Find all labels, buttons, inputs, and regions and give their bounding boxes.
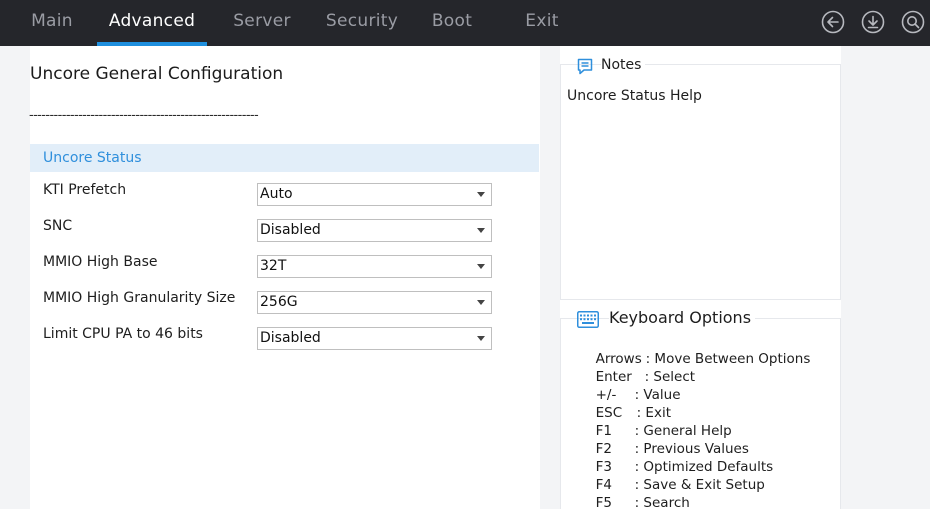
mmio-high-base-value: 32T [260,258,287,274]
mmio-high-base-select[interactable]: 32T [257,255,492,278]
setting-label-limit-cpu-pa: Limit CPU PA to 46 bits [43,326,203,342]
dropdown-caret-icon [477,336,485,341]
kb-option-arrows: Arrows: Move Between Options [587,332,811,367]
setting-label-mmio-high-granularity: MMIO High Granularity Size [43,290,236,306]
keyboard-icon [577,311,599,328]
tab-exit[interactable]: Exit [512,0,572,46]
left-margin [0,46,30,509]
limit-cpu-pa-value: Disabled [260,330,321,346]
top-nav-bar: Main Advanced Server Security Boot Exit [0,0,930,46]
snc-value: Disabled [260,222,321,238]
download-icon[interactable] [861,10,885,34]
setting-label-mmio-high-base: MMIO High Base [43,254,158,270]
setting-label-snc: SNC [43,218,73,234]
dropdown-caret-icon [477,192,485,197]
search-icon[interactable] [901,10,925,34]
tab-advanced[interactable]: Advanced [97,0,207,46]
notes-icon [577,58,593,75]
snc-select[interactable]: Disabled [257,219,492,242]
kb-option-value: +/-: Value [587,368,681,403]
title-separator: ----------------------------------------… [29,108,259,123]
kb-option-f5: F5: Search [587,476,690,511]
kb-option-f4: F4: Save & Exit Setup [587,458,765,493]
keyboard-options-title: Keyboard Options [609,308,756,327]
limit-cpu-pa-select[interactable]: Disabled [257,327,492,350]
dropdown-caret-icon [477,300,485,305]
page-title: Uncore General Configuration [30,64,284,84]
tab-main[interactable]: Main [14,0,90,46]
kb-option-f3: F3: Optimized Defaults [587,440,774,475]
mmio-high-granularity-value: 256G [260,294,298,310]
dropdown-caret-icon [477,264,485,269]
notes-title: Notes [601,57,646,73]
mmio-high-granularity-select[interactable]: 256G [257,291,492,314]
kb-option-esc: ESC: Exit [587,386,671,421]
kti-prefetch-select[interactable]: Auto [257,183,492,206]
dropdown-caret-icon [477,228,485,233]
tab-server[interactable]: Server [222,0,302,46]
setting-label-kti-prefetch: KTI Prefetch [43,182,127,198]
back-arrow-icon[interactable] [821,10,845,34]
pane-divider [540,46,560,509]
kti-prefetch-value: Auto [260,186,293,202]
kb-option-enter: Enter: Select [587,350,696,385]
kb-key: F5 [595,495,612,511]
notes-text: Uncore Status Help [567,88,702,104]
right-margin [841,46,930,509]
kb-option-f2: F2: Previous Values [587,422,749,457]
section-header-uncore-status[interactable]: Uncore Status [30,144,539,172]
tab-security[interactable]: Security [318,0,406,46]
kb-option-f1: F1: General Help [587,404,732,439]
tab-boot[interactable]: Boot [422,0,482,46]
